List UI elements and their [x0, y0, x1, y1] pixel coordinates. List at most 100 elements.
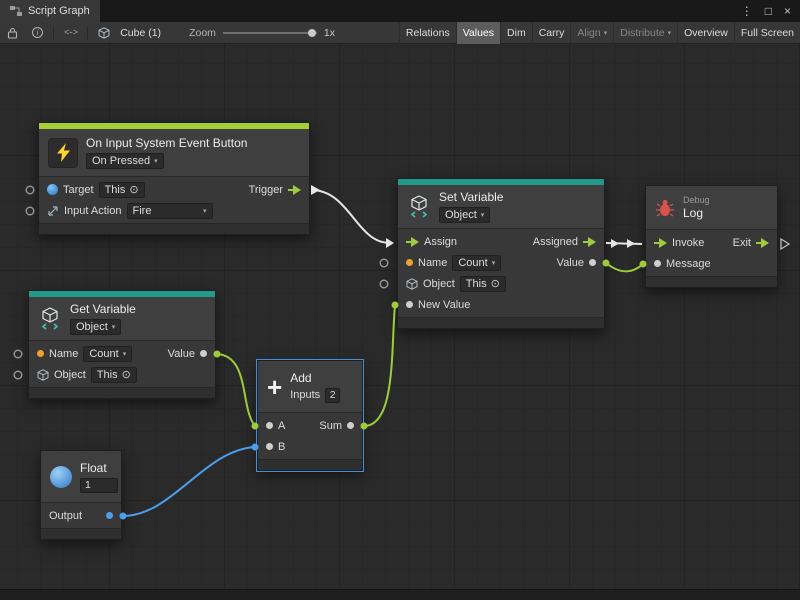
align-button[interactable]: Align▾: [570, 22, 613, 44]
name-port[interactable]: [37, 350, 44, 357]
cube-icon: [406, 278, 418, 290]
node-footer: [39, 223, 309, 234]
node-float[interactable]: Float 1 Output: [40, 450, 122, 540]
control-out-port[interactable]: [756, 238, 769, 248]
output-row: Output: [41, 505, 121, 526]
carry-nav-icon[interactable]: <->: [57, 22, 84, 44]
bug-icon: [655, 198, 675, 218]
control-in-port[interactable]: [406, 237, 419, 247]
variable-name-dropdown[interactable]: Count: [452, 255, 501, 271]
values-button[interactable]: Values: [456, 22, 500, 44]
dropdown-value: Object: [76, 321, 108, 333]
node-title: Get Variable: [70, 302, 136, 316]
lock-icon[interactable]: [0, 22, 25, 44]
zoom-slider[interactable]: [223, 32, 317, 34]
output-port[interactable]: [106, 512, 113, 519]
fullscreen-button[interactable]: Full Screen: [734, 22, 800, 44]
node-footer: [258, 459, 362, 470]
unity-script-graph-window: Script Graph ⋮ □ × i <-> Cube (1) Zoom 1…: [0, 0, 800, 600]
node-title: Add: [290, 371, 311, 385]
node-category: Debug: [683, 195, 710, 205]
dropdown-value: Fire: [133, 205, 152, 217]
object-target-chip[interactable]: This⊙: [460, 276, 506, 292]
info-icon[interactable]: i: [25, 22, 50, 44]
port-label: Trigger: [249, 184, 283, 196]
sum-out-port[interactable]: [347, 422, 354, 429]
port-label: Target: [63, 184, 94, 196]
carry-button[interactable]: Carry: [532, 22, 571, 44]
window-bottom-edge: [0, 589, 800, 600]
inputs-count-field[interactable]: 2: [325, 388, 340, 403]
current-object-label[interactable]: Cube (1): [120, 27, 161, 39]
port-label: Assign: [424, 236, 457, 248]
maximize-icon[interactable]: □: [765, 4, 772, 18]
target-picker-icon: ⊙: [122, 368, 131, 381]
target-picker-icon: ⊙: [129, 183, 138, 196]
port-label: Assigned: [533, 236, 578, 248]
control-out-port[interactable]: [583, 237, 596, 247]
distribute-button[interactable]: Distribute▾: [613, 22, 677, 44]
value-out-port[interactable]: [589, 259, 596, 266]
dropdown-value: Object: [445, 209, 477, 221]
node-title: Log: [683, 206, 703, 220]
port-label: Name: [49, 348, 78, 360]
chip-value: This: [466, 278, 487, 290]
trigger-out-port[interactable]: [288, 185, 301, 195]
node-title: Set Variable: [439, 190, 503, 204]
event-icon: [48, 138, 78, 168]
target-row: Target This⊙ Trigger: [39, 179, 309, 200]
name-row: Name Count Value: [398, 252, 604, 273]
port-label: Sum: [319, 420, 342, 432]
relations-button[interactable]: Relations: [399, 22, 456, 44]
node-add[interactable]: + Add Inputs 2 A Sum: [257, 360, 363, 471]
overview-button[interactable]: Overview: [677, 22, 734, 44]
menu-icon[interactable]: ⋮: [741, 4, 753, 18]
port-label: Message: [666, 258, 711, 270]
inputs-label: Inputs: [290, 389, 320, 401]
object-target-chip[interactable]: This ⊙: [91, 367, 137, 383]
dropdown-value: On Pressed: [92, 155, 150, 167]
node-footer: [41, 528, 121, 539]
event-mode-dropdown[interactable]: On Pressed: [86, 153, 164, 169]
node-get-variable[interactable]: Get Variable Object Name Count Value: [28, 290, 216, 399]
variable-scope-dropdown[interactable]: Object: [70, 319, 121, 335]
port-label: Exit: [733, 237, 751, 249]
add-icon: +: [267, 374, 282, 400]
assign-row: Assign Assigned: [398, 231, 604, 252]
name-port[interactable]: [406, 259, 413, 266]
node-title: On Input System Event Button: [86, 136, 247, 150]
value-out-port[interactable]: [200, 350, 207, 357]
tab-script-graph[interactable]: Script Graph: [0, 0, 100, 22]
variable-name-dropdown[interactable]: Count: [83, 346, 132, 362]
a-in-port[interactable]: [266, 422, 273, 429]
node-footer: [398, 317, 604, 328]
object-row: Object This⊙: [29, 364, 215, 385]
float-value-field[interactable]: 1: [80, 478, 118, 493]
input-action-dropdown[interactable]: Fire: [127, 203, 213, 219]
b-in-port[interactable]: [266, 443, 273, 450]
chip-value: This: [105, 184, 126, 196]
chip-value: This: [97, 369, 118, 381]
message-port[interactable]: [654, 260, 661, 267]
gameobject-icon: [47, 184, 58, 195]
control-in-port[interactable]: [654, 238, 667, 248]
close-icon[interactable]: ×: [784, 4, 791, 18]
variable-scope-dropdown[interactable]: Object: [439, 207, 490, 223]
target-object-chip[interactable]: This⊙: [99, 182, 145, 198]
variable-icon: [38, 307, 62, 331]
object-row: Object This⊙: [398, 273, 604, 294]
port-label: B: [278, 441, 285, 453]
dim-button[interactable]: Dim: [500, 22, 532, 44]
node-footer: [29, 387, 215, 398]
port-label: Output: [49, 510, 82, 522]
input-action-row: Input Action Fire: [39, 200, 309, 221]
cube-icon: [91, 22, 117, 44]
node-on-input-system-event-button[interactable]: On Input System Event Button On Pressed …: [38, 122, 310, 235]
node-set-variable[interactable]: Set Variable Object Assign Assigned Name: [397, 178, 605, 329]
invoke-row: Invoke Exit: [646, 232, 777, 253]
b-row: B: [258, 436, 362, 457]
input-action-icon: [47, 205, 59, 217]
zoom-slider-knob[interactable]: [308, 29, 316, 37]
node-debug-log[interactable]: Debug Log Invoke Exit Message: [645, 185, 778, 288]
new-value-port[interactable]: [406, 301, 413, 308]
